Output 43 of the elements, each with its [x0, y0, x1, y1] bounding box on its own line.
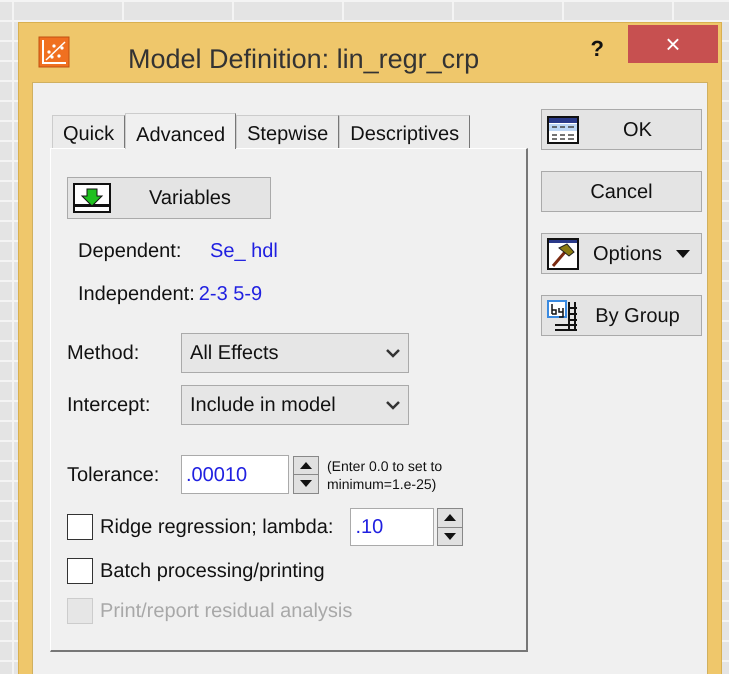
table-icon — [547, 116, 579, 144]
scatter-plot-icon — [38, 36, 70, 68]
field-label: Intercept: — [67, 393, 152, 418]
field-label: Independent: — [78, 282, 195, 307]
down-arrow-icon — [444, 532, 456, 540]
checkbox-label: Print/report residual analysis — [100, 599, 352, 624]
window-title: Model Definition: lin_regr_crp — [128, 43, 480, 76]
dropdown[interactable]: Include in model — [181, 385, 409, 425]
hammer-icon — [547, 238, 579, 270]
variables-button[interactable]: Variables — [67, 177, 271, 219]
down-arrow-icon — [300, 480, 312, 488]
lambda-field[interactable]: .10 — [350, 508, 434, 546]
close-button[interactable]: × — [628, 25, 718, 63]
dependent-value: Se_ hdl — [210, 239, 278, 264]
up-arrow-icon — [300, 462, 312, 469]
dialog-button[interactable]: OK — [541, 109, 702, 150]
chevron-icon — [386, 400, 400, 410]
independent-value: 2-3 5-9 — [198, 282, 262, 307]
tab[interactable]: Quick — [52, 115, 126, 148]
by-group-icon — [547, 300, 579, 332]
caret-icon — [676, 250, 690, 258]
checkbox[interactable] — [67, 514, 93, 540]
dialog-button[interactable]: Cancel — [541, 171, 702, 212]
tolerance-hint: (Enter 0.0 to set to minimum=1.e-25) — [327, 456, 444, 492]
tab[interactable]: Stepwise — [236, 115, 340, 148]
dialog-button[interactable]: By Group — [541, 295, 702, 336]
field-label: Dependent: — [78, 239, 182, 264]
chevron-icon — [386, 348, 400, 358]
spin-button[interactable] — [293, 456, 319, 494]
dropdown[interactable]: All Effects — [181, 333, 409, 373]
tab[interactable]: Descriptives — [339, 115, 470, 148]
field-label: Method: — [67, 341, 140, 366]
up-arrow-icon — [444, 514, 456, 522]
spin-button[interactable] — [437, 508, 464, 546]
help-button[interactable]: ? — [590, 32, 604, 65]
field-label: Tolerance: — [67, 462, 160, 488]
tolerance-field[interactable]: .00010 — [181, 455, 289, 494]
tab[interactable]: Advanced — [125, 113, 236, 149]
checkbox[interactable] — [67, 558, 93, 584]
download-arrow-icon — [73, 183, 111, 213]
menu-button[interactable]: Options — [541, 233, 702, 274]
checkbox-label: Batch processing/printing — [100, 559, 325, 584]
checkbox-label: Ridge regression; lambda: — [100, 515, 334, 540]
